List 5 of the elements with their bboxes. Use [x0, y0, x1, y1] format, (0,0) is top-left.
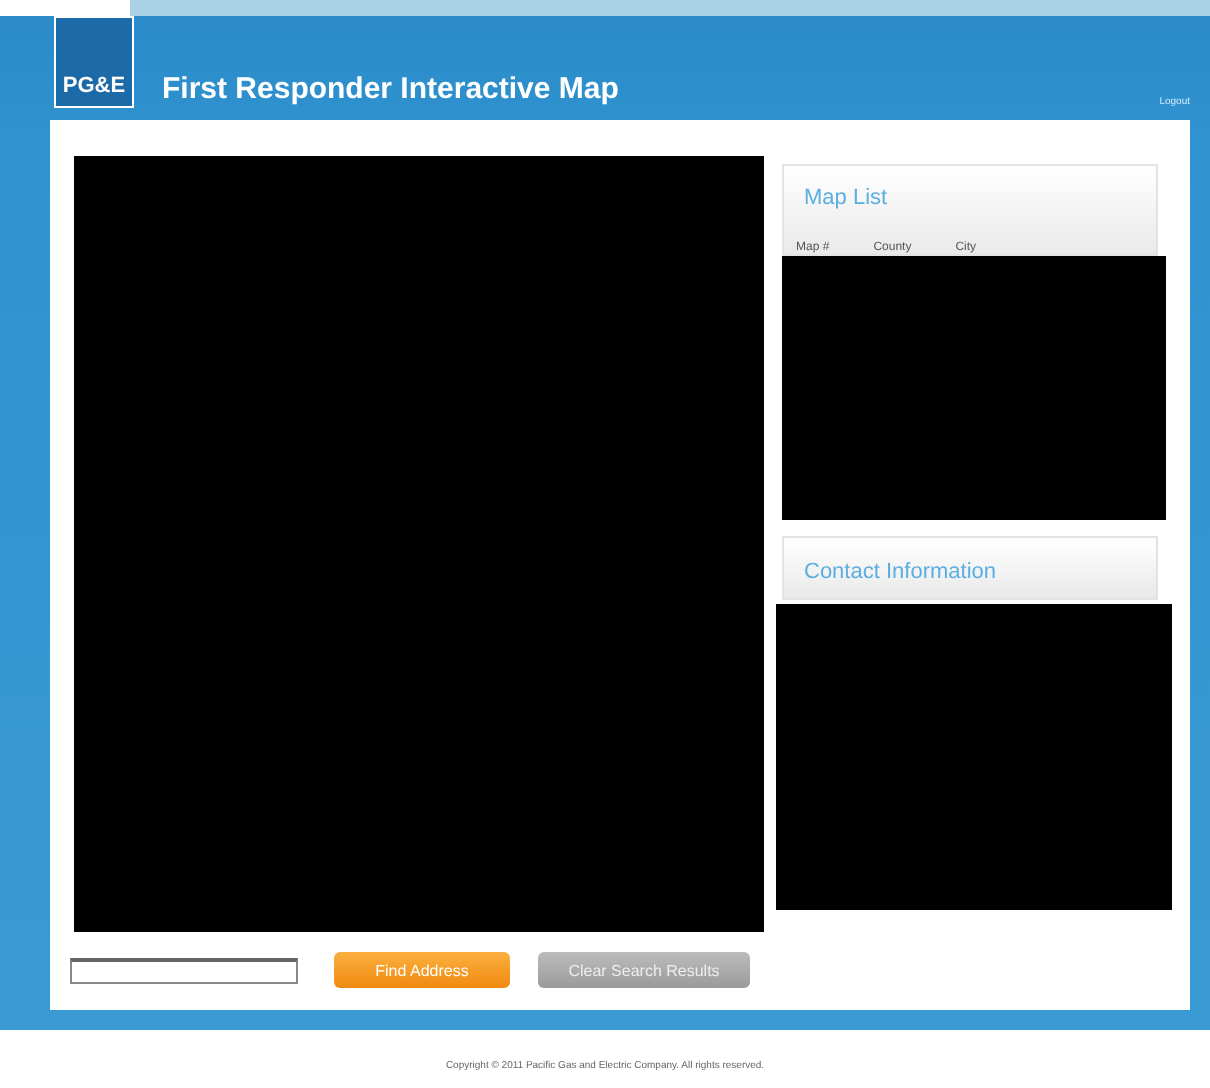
- panel-title: Contact Information: [804, 560, 996, 584]
- panel-title: Map List: [804, 186, 888, 210]
- company-logo: PG&E: [54, 16, 134, 108]
- page-title: First Responder Interactive Map: [162, 72, 619, 106]
- address-field[interactable]: [70, 957, 298, 983]
